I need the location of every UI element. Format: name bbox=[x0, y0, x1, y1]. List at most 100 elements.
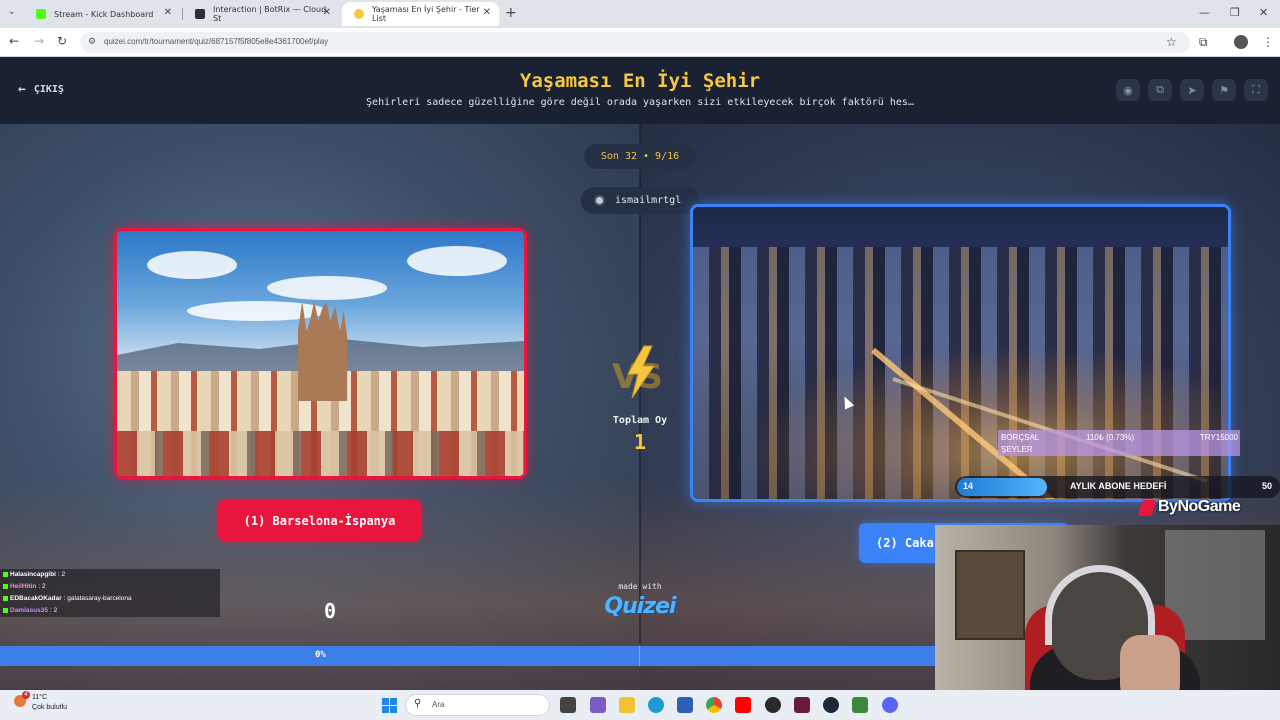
chat-user: HeilHitin bbox=[10, 582, 37, 590]
taskbar-search[interactable]: ⚲ Ara bbox=[405, 694, 550, 716]
weather-condition: Çok bulutlu bbox=[32, 704, 68, 711]
cloud-shape bbox=[147, 251, 237, 279]
botrix-icon bbox=[195, 9, 205, 19]
browser-tab-bar: ⌄ Stream - Kick Dashboard ✕ Interaction … bbox=[0, 0, 1280, 28]
chat-message: Halasincapgibi : 2 bbox=[3, 569, 65, 579]
menu-icon[interactable]: ⋮ bbox=[1262, 35, 1274, 49]
quizei-favicon bbox=[354, 9, 364, 19]
tab-kick-dashboard[interactable]: Stream - Kick Dashboard ✕ bbox=[24, 2, 180, 26]
store-icon[interactable] bbox=[677, 697, 693, 713]
app-icon[interactable] bbox=[590, 697, 606, 713]
forward-icon[interactable]: → bbox=[34, 34, 44, 48]
fullscreen-icon[interactable]: ⛶ bbox=[1244, 79, 1268, 101]
close-icon[interactable]: ✕ bbox=[164, 7, 172, 18]
profile-avatar[interactable] bbox=[1234, 35, 1248, 49]
stream-chat-overlay: Halasincapgibi : 2 HeilHitin : 2 EDBacak… bbox=[0, 569, 220, 617]
sponsor-logo: ByNoGame bbox=[1158, 498, 1241, 515]
left-percent: 0% bbox=[315, 650, 326, 660]
send-icon[interactable]: ➤ bbox=[1180, 79, 1204, 101]
copy-icon[interactable]: ⧉ bbox=[1148, 79, 1172, 101]
sagrada-familia-shape bbox=[298, 301, 348, 401]
option-left-button[interactable]: (1) Barselona-İspanya bbox=[218, 500, 421, 541]
vs-logo-icon: VS bbox=[612, 345, 663, 399]
chat-user: EDBacakOKadar bbox=[10, 594, 62, 602]
chat-text: : 2 bbox=[49, 606, 58, 614]
chat-user: Damlasus35 bbox=[10, 606, 48, 614]
weather-widget[interactable]: 4 11°C Çok bulutlu bbox=[14, 691, 68, 713]
tab-label: Interaction | BotRix — Cloud St bbox=[213, 5, 327, 23]
url-text[interactable]: quizei.com/tr/tournament/quiz/687157f5f8… bbox=[104, 37, 328, 46]
chat-badge-icon bbox=[3, 607, 8, 613]
donation-name: BORÇSAL ŞEYLER bbox=[1001, 433, 1039, 454]
site-info-icon[interactable]: ⚙ bbox=[88, 37, 96, 47]
total-votes-label: Toplam Oy bbox=[612, 415, 668, 426]
flag-icon[interactable]: ⚑ bbox=[1212, 79, 1236, 101]
tab-quizei[interactable]: Yaşaması En İyi Şehir - Tier List ✕ bbox=[342, 2, 499, 26]
task-view-icon[interactable] bbox=[560, 697, 576, 713]
round-indicator: Son 32 • 9/16 bbox=[584, 144, 696, 169]
app-icon[interactable] bbox=[794, 697, 810, 713]
sub-goal-end: 50 bbox=[1261, 481, 1272, 491]
reload-icon[interactable]: ↻ bbox=[57, 34, 67, 48]
sub-goal-overlay: 14 AYLIK ABONE HEDEFİ 50 bbox=[955, 476, 1280, 498]
search-placeholder: Ara bbox=[432, 700, 445, 709]
tab-list-icon[interactable]: ⌄ bbox=[8, 7, 16, 17]
quiz-description: Şehirleri sadece güzelliğine göre değil … bbox=[366, 97, 914, 108]
extensions-icon[interactable]: ⧉ bbox=[1199, 35, 1208, 50]
chat-text: : 2 bbox=[57, 570, 66, 578]
chat-message: Damlasus35 : 2 bbox=[3, 605, 57, 615]
address-bar: ← → ↻ ⚙ quizei.com/tr/tournament/quiz/68… bbox=[0, 28, 1280, 57]
chat-badge-icon bbox=[3, 571, 8, 577]
option-left-card[interactable] bbox=[114, 228, 527, 479]
tab-label: Yaşaması En İyi Şehir - Tier List bbox=[372, 5, 480, 23]
donation-goal-overlay: BORÇSAL ŞEYLER 110₺ (0.73%) TRY15000 bbox=[998, 430, 1240, 456]
tab-label: Stream - Kick Dashboard bbox=[54, 9, 154, 19]
donation-target: TRY15000 bbox=[1199, 433, 1238, 442]
steam-icon[interactable] bbox=[823, 697, 839, 713]
chat-badge-icon bbox=[3, 595, 8, 601]
edge-icon[interactable] bbox=[648, 697, 664, 713]
city-roofs bbox=[117, 431, 524, 476]
donation-amount: 110₺ (0.73%) bbox=[1086, 433, 1135, 442]
chat-badge-icon bbox=[3, 583, 8, 589]
quiz-header: ← ÇIKIŞ Yaşaması En İyi Şehir Şehirleri … bbox=[0, 58, 1280, 124]
shelf-shape bbox=[955, 550, 1025, 640]
minimize-icon[interactable]: — bbox=[1199, 6, 1210, 19]
app-icon[interactable] bbox=[852, 697, 868, 713]
cloud-shape bbox=[187, 301, 327, 321]
obs-icon[interactable] bbox=[765, 697, 781, 713]
new-tab-icon[interactable]: + bbox=[505, 5, 517, 21]
window-close-icon[interactable]: ✕ bbox=[1259, 6, 1268, 19]
chat-message: EDBacakOKadar : galatasaray-barcelona bbox=[3, 593, 132, 603]
discord-icon[interactable] bbox=[882, 697, 898, 713]
bookmark-star-icon[interactable]: ☆ bbox=[1166, 35, 1177, 49]
progress-divider bbox=[639, 646, 640, 666]
quiz-title: Yaşaması En İyi Şehir bbox=[519, 70, 761, 92]
sub-goal-label: AYLIK ABONE HEDEFİ bbox=[1070, 481, 1167, 491]
eye-icon[interactable]: ◉ bbox=[1116, 79, 1140, 101]
notification-badge: 4 bbox=[22, 691, 30, 699]
user-avatar bbox=[594, 195, 605, 206]
search-icon: ⚲ bbox=[414, 698, 422, 709]
chat-text: : galatasaray-barcelona bbox=[63, 594, 132, 602]
sub-goal-start: 14 bbox=[963, 481, 974, 491]
option-right-card[interactable] bbox=[690, 204, 1231, 502]
youtube-icon[interactable] bbox=[735, 697, 751, 713]
close-icon[interactable]: ✕ bbox=[483, 7, 491, 18]
tab-botrix[interactable]: Interaction | BotRix — Cloud St ✕ bbox=[183, 2, 339, 26]
cloud-shape bbox=[407, 246, 507, 276]
restore-icon[interactable]: ❐ bbox=[1230, 6, 1240, 19]
back-icon[interactable]: ← bbox=[9, 34, 19, 48]
weather-temperature: 11°C bbox=[32, 694, 48, 701]
file-explorer-icon[interactable] bbox=[619, 697, 635, 713]
quizei-logo[interactable]: Quizei bbox=[590, 594, 690, 619]
chat-user: Halasincapgibi bbox=[10, 570, 56, 578]
windows-start-icon[interactable] bbox=[382, 698, 397, 713]
username: ismailmrtgl bbox=[615, 195, 682, 206]
windows-taskbar: 4 11°C Çok bulutlu ⚲ Ara bbox=[0, 690, 1280, 720]
close-icon[interactable]: ✕ bbox=[323, 7, 331, 18]
kick-icon bbox=[36, 9, 46, 19]
left-vote-count: 0 bbox=[323, 599, 337, 623]
total-votes-value: 1 bbox=[633, 430, 647, 454]
chrome-icon[interactable] bbox=[706, 697, 722, 713]
